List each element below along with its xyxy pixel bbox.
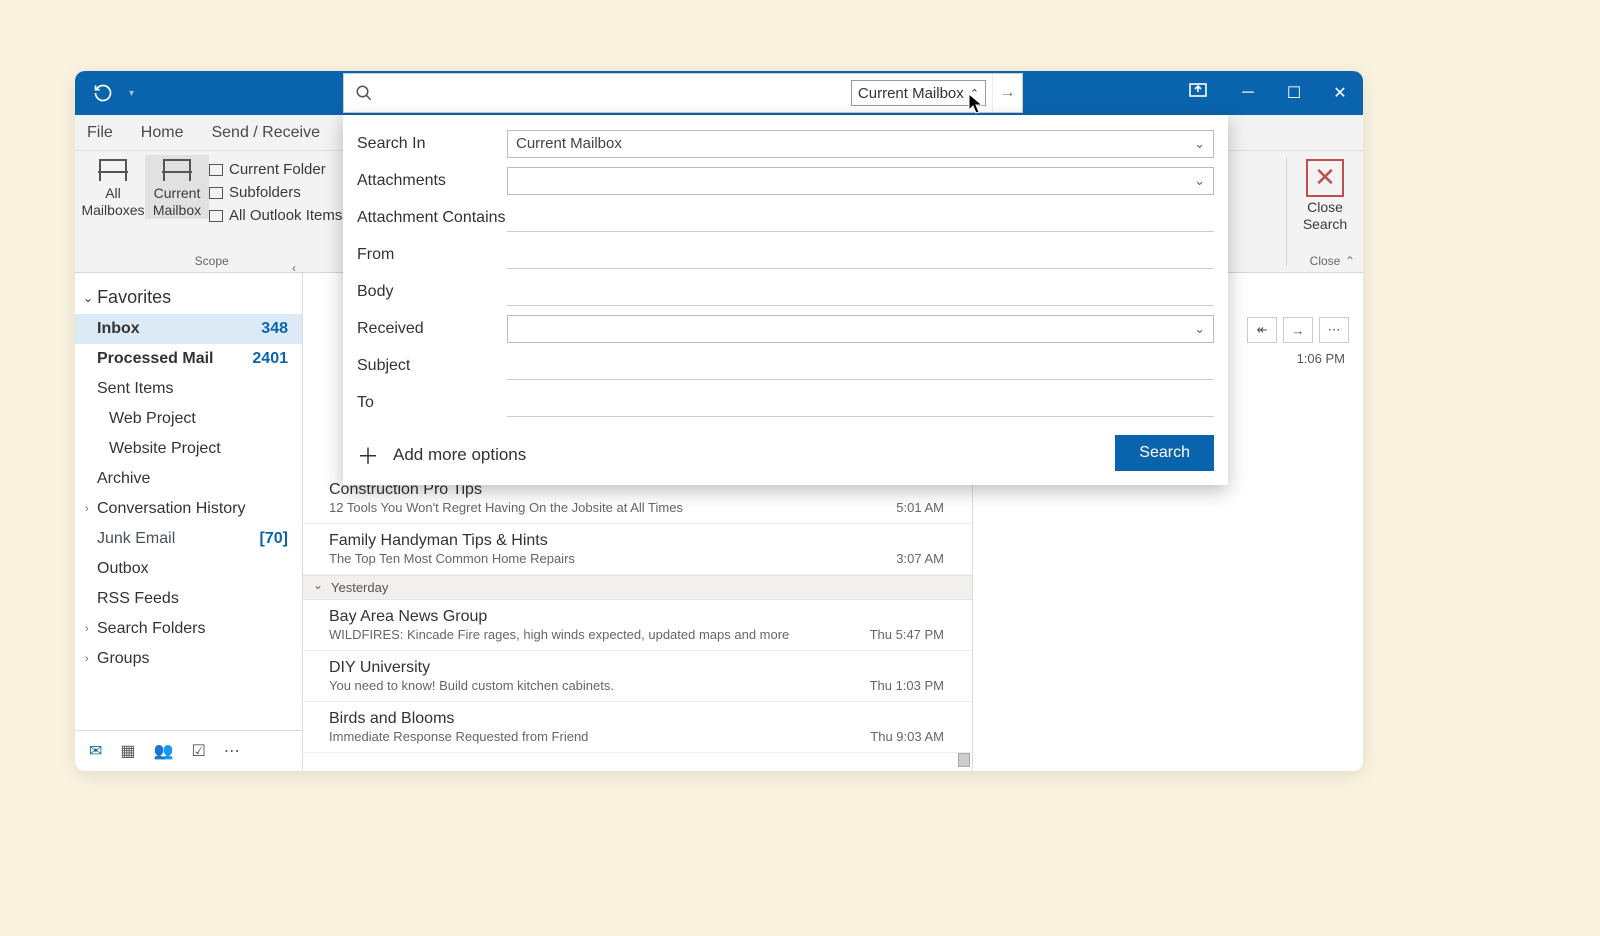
adv-input-attachment-contains[interactable] xyxy=(507,204,1214,232)
outlook-window: ▾ ─ ☐ ✕ Current Mailbox ⌃ → File Home Se… xyxy=(75,71,1363,771)
adv-input-received[interactable] xyxy=(507,315,1214,343)
scope-group-label: Scope xyxy=(75,254,348,270)
nav-item-rss-feeds[interactable]: RSS Feeds xyxy=(75,584,302,614)
nav-item-web-project[interactable]: Web Project xyxy=(75,404,302,434)
scrollbar-thumb[interactable] xyxy=(958,753,970,767)
calendar-icon[interactable]: ▦ xyxy=(120,741,135,761)
collapse-ribbon-icon[interactable]: ⌃ xyxy=(1345,254,1355,268)
nav-item-archive[interactable]: Archive xyxy=(75,464,302,494)
close-search-button[interactable]: ✕ Close Search xyxy=(1293,155,1357,233)
chevron-up-icon: ⌃ xyxy=(970,87,979,100)
favorites-header[interactable]: ⌄ Favorites xyxy=(75,273,302,314)
adv-input-from[interactable] xyxy=(507,241,1214,269)
more-icon[interactable]: ⋯ xyxy=(224,741,240,761)
reading-pane-tools: ↞ → ⋯ xyxy=(1247,317,1349,343)
maximize-button[interactable]: ☐ xyxy=(1271,71,1317,115)
more-actions-button[interactable]: ⋯ xyxy=(1319,317,1349,343)
mail-icon[interactable]: ✉ xyxy=(89,741,102,761)
search-scope-selector[interactable]: Current Mailbox ⌃ xyxy=(851,80,986,106)
advanced-search-panel: Search InCurrent MailboxAttachmentsAttac… xyxy=(343,115,1228,485)
adv-row-attachments: Attachments xyxy=(357,162,1214,199)
tab-send-receive[interactable]: Send / Receive xyxy=(211,124,320,142)
folder-icon xyxy=(209,164,223,176)
adv-row-received: Received xyxy=(357,310,1214,347)
nav-item-conversation-history[interactable]: ›Conversation History xyxy=(75,494,302,524)
add-more-options[interactable]: ＋ Add more options xyxy=(357,439,1214,471)
qat-dropdown-icon[interactable]: ▾ xyxy=(129,88,134,99)
expand-icon: › xyxy=(85,503,89,515)
minimize-button[interactable]: ─ xyxy=(1225,71,1271,115)
current-mailbox-button[interactable]: Current Mailbox xyxy=(145,155,209,219)
adv-row-to: To xyxy=(357,384,1214,421)
search-button[interactable]: Search xyxy=(1115,435,1214,471)
all-outlook-items-option[interactable]: All Outlook Items xyxy=(209,207,342,224)
people-icon[interactable]: 👥 xyxy=(154,741,174,761)
adv-input-body[interactable] xyxy=(507,278,1214,306)
message-time: 1:06 PM xyxy=(1297,351,1345,366)
all-mailboxes-button[interactable]: All Mailboxes xyxy=(81,155,145,219)
nav-item-sent-items[interactable]: Sent Items xyxy=(75,374,302,404)
tab-home[interactable]: Home xyxy=(141,124,184,142)
close-button[interactable]: ✕ xyxy=(1317,71,1363,115)
adv-row-search-in: Search InCurrent Mailbox xyxy=(357,125,1214,162)
close-group-label: Close xyxy=(1310,254,1341,270)
forward-button[interactable]: → xyxy=(1283,317,1313,343)
group-header-yesterday[interactable]: Yesterday xyxy=(303,575,972,600)
current-folder-option[interactable]: Current Folder xyxy=(209,161,342,178)
chevron-down-icon: ⌄ xyxy=(83,291,93,305)
message-item[interactable]: Bay Area News GroupWILDFIRES: Kincade Fi… xyxy=(303,600,972,651)
adv-row-from: From xyxy=(357,236,1214,273)
mailbox-icon xyxy=(99,159,127,181)
subfolders-option[interactable]: Subfolders xyxy=(209,184,342,201)
adv-row-attachment-contains: Attachment Contains xyxy=(357,199,1214,236)
message-item[interactable]: Family Handyman Tips & HintsThe Top Ten … xyxy=(303,524,972,575)
plus-icon: ＋ xyxy=(357,439,379,471)
nav-item-processed-mail[interactable]: Processed Mail2401 xyxy=(75,344,302,374)
nav-item-junk-email[interactable]: Junk Email[70] xyxy=(75,524,302,554)
adv-row-subject: Subject xyxy=(357,347,1214,384)
search-icon xyxy=(344,84,384,102)
nav-footer: ✉ ▦ 👥 ☑ ⋯ xyxy=(75,730,302,771)
nav-item-inbox[interactable]: Inbox348 xyxy=(75,314,302,344)
search-bar[interactable]: Current Mailbox ⌃ → xyxy=(343,73,1023,113)
nav-item-search-folders[interactable]: ›Search Folders xyxy=(75,614,302,644)
message-item[interactable]: DIY UniversityYou need to know! Build cu… xyxy=(303,651,972,702)
collapse-nav-icon[interactable]: ‹ xyxy=(292,261,296,275)
folder-icon xyxy=(209,187,223,199)
message-item[interactable]: Birds and BloomsImmediate Response Reque… xyxy=(303,702,972,753)
nav-item-outbox[interactable]: Outbox xyxy=(75,554,302,584)
expand-icon: › xyxy=(85,653,89,665)
tab-file[interactable]: File xyxy=(87,124,113,142)
close-x-icon: ✕ xyxy=(1306,159,1344,197)
adv-input-attachments[interactable] xyxy=(507,167,1214,195)
refresh-icon[interactable] xyxy=(83,83,123,103)
search-scope-label: Current Mailbox xyxy=(858,85,964,102)
adv-row-body: Body xyxy=(357,273,1214,310)
window-controls: ─ ☐ ✕ xyxy=(1225,71,1363,115)
tasks-icon[interactable]: ☑ xyxy=(191,741,205,761)
reply-all-button[interactable]: ↞ xyxy=(1247,317,1277,343)
folder-nav: ‹ ⌄ Favorites Inbox348Processed Mail2401… xyxy=(75,273,303,771)
adv-input-search-in[interactable]: Current Mailbox xyxy=(507,130,1214,158)
adv-input-to[interactable] xyxy=(507,389,1214,417)
expand-icon: › xyxy=(85,623,89,635)
search-go-button[interactable]: → xyxy=(992,74,1022,112)
ribbon-display-options-icon[interactable] xyxy=(1189,83,1207,102)
nav-item-website-project[interactable]: Website Project xyxy=(75,434,302,464)
folder-icon xyxy=(209,210,223,222)
adv-input-subject[interactable] xyxy=(507,352,1214,380)
nav-item-groups[interactable]: ›Groups xyxy=(75,644,302,674)
mailbox-icon xyxy=(163,159,191,181)
